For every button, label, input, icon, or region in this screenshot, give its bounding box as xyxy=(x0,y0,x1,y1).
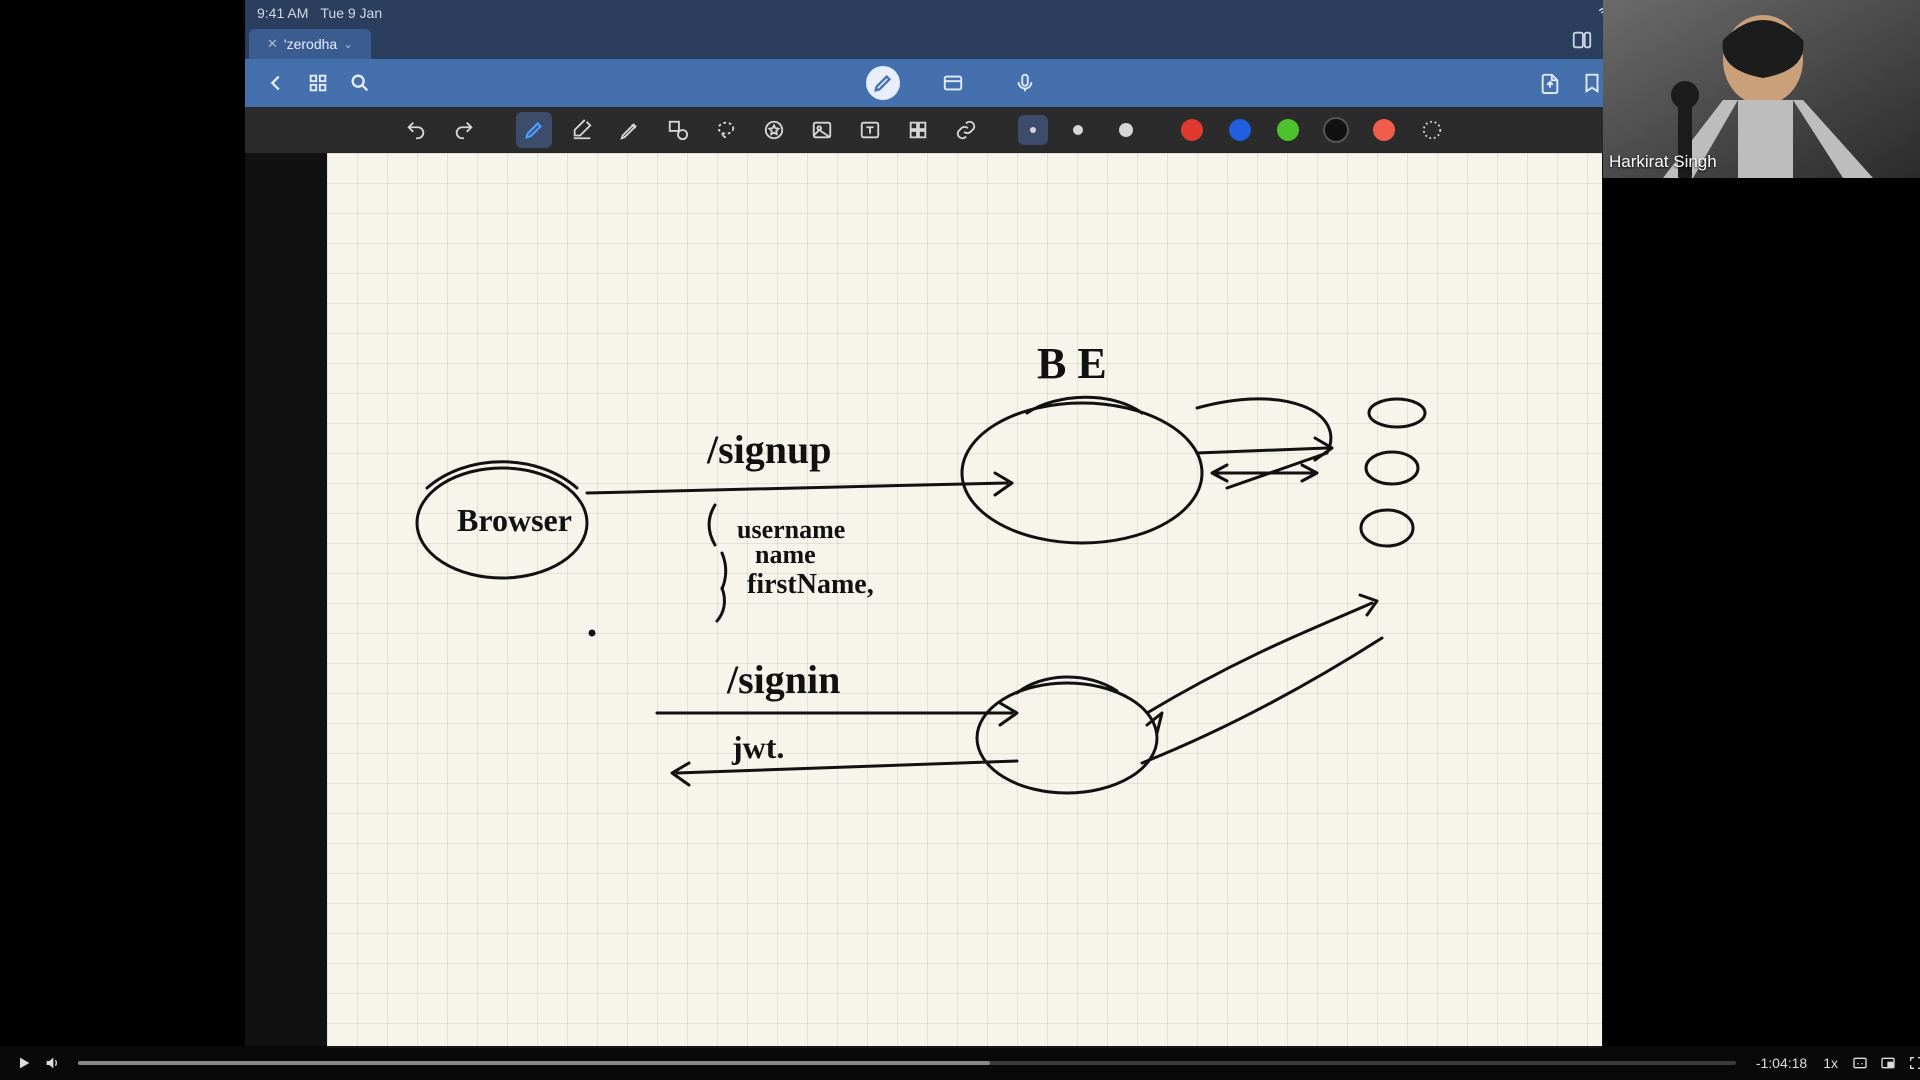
image-tool[interactable] xyxy=(804,112,840,148)
status-date: Tue 9 Jan xyxy=(320,5,382,21)
back-button[interactable] xyxy=(257,64,295,102)
sketch-signin-label: /signin xyxy=(726,657,840,702)
sketch-be-label: B E xyxy=(1037,339,1107,388)
color-picker-button[interactable] xyxy=(1414,112,1450,148)
document-tab[interactable]: ✕ 'zerodha ⌄ xyxy=(249,29,371,59)
export-button[interactable] xyxy=(1531,64,1569,102)
stroke-medium[interactable] xyxy=(1060,112,1096,148)
play-button[interactable] xyxy=(10,1049,38,1077)
sketch-signup-label: /signup xyxy=(706,427,832,472)
sketch-firstname-label: firstName, xyxy=(747,569,874,600)
canvas-area: Browser /signup B E username name firstN… xyxy=(245,153,1603,1048)
grid-view-button[interactable] xyxy=(299,64,337,102)
pip-button[interactable] xyxy=(1874,1049,1902,1077)
color-blue[interactable] xyxy=(1222,112,1258,148)
pen-mode-button[interactable] xyxy=(866,66,900,100)
highlighter-tool[interactable] xyxy=(612,112,648,148)
undo-button[interactable] xyxy=(398,112,434,148)
tab-title: 'zerodha xyxy=(284,36,337,52)
stroke-thin[interactable] xyxy=(1018,115,1048,145)
crop-tool[interactable] xyxy=(900,112,936,148)
drawing-toolstrip xyxy=(245,107,1603,153)
color-coral[interactable] xyxy=(1366,112,1402,148)
time-remaining: -1:04:18 xyxy=(1756,1055,1807,1071)
redo-button[interactable] xyxy=(446,112,482,148)
playback-speed[interactable]: 1x xyxy=(1823,1055,1838,1071)
stroke-thick[interactable] xyxy=(1108,112,1144,148)
color-green[interactable] xyxy=(1270,112,1306,148)
fullscreen-button[interactable] xyxy=(1902,1049,1920,1077)
presenter-webcam: Harkirat Singh xyxy=(1603,0,1920,178)
microphone-button[interactable] xyxy=(1006,64,1044,102)
document-tab-bar: ✕ 'zerodha ⌄ xyxy=(245,25,1603,59)
favorites-tool[interactable] xyxy=(756,112,792,148)
sketch-browser-label: Browser xyxy=(457,502,572,538)
status-time: 9:41 AM xyxy=(257,5,308,21)
sketch-name-label: name xyxy=(755,540,816,569)
shape-tool[interactable] xyxy=(660,112,696,148)
color-black[interactable] xyxy=(1318,112,1354,148)
pen-tool[interactable] xyxy=(516,112,552,148)
volume-button[interactable] xyxy=(38,1049,66,1077)
search-button[interactable] xyxy=(341,64,379,102)
note-page[interactable]: Browser /signup B E username name firstN… xyxy=(327,153,1602,1048)
link-tool[interactable] xyxy=(948,112,984,148)
primary-toolbar xyxy=(245,59,1623,107)
sketch-jwt-label: jwt. xyxy=(731,729,784,765)
presenter-name: Harkirat Singh xyxy=(1609,152,1717,172)
handwriting-layer: Browser /signup B E username name firstN… xyxy=(327,153,1602,1048)
text-tool[interactable] xyxy=(852,112,888,148)
new-window-icon[interactable] xyxy=(1571,29,1593,56)
eraser-tool[interactable] xyxy=(564,112,600,148)
captions-button[interactable] xyxy=(1846,1049,1874,1077)
tab-chevron-icon[interactable]: ⌄ xyxy=(343,37,353,51)
video-controls: -1:04:18 1x xyxy=(0,1046,1920,1080)
lasso-tool[interactable] xyxy=(708,112,744,148)
ios-status-bar: 9:41 AM Tue 9 Jan xyxy=(245,0,1627,25)
close-tab-icon[interactable]: ✕ xyxy=(267,36,278,52)
card-view-button[interactable] xyxy=(934,64,972,102)
progress-bar[interactable] xyxy=(78,1061,1736,1065)
color-red[interactable] xyxy=(1174,112,1210,148)
